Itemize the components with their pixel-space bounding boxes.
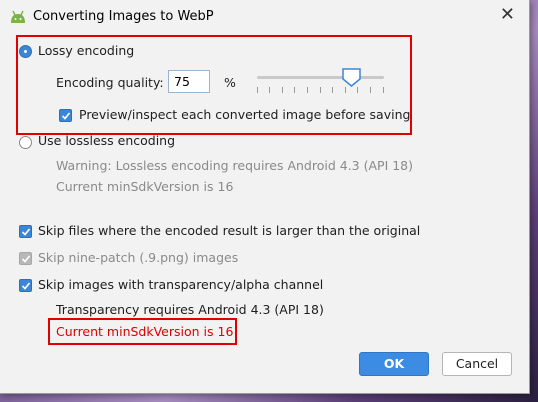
checkmark-icon xyxy=(21,255,31,263)
skip-nine-patch-checkbox xyxy=(19,252,32,265)
webp-conversion-dialog: Converting Images to WebP ✕ Lossy encodi… xyxy=(0,0,530,394)
lossy-highlight-box xyxy=(16,35,412,135)
lossless-encoding-radio[interactable] xyxy=(19,136,32,149)
checkmark-icon xyxy=(21,282,31,290)
lossless-min-sdk: Current minSdkVersion is 16 xyxy=(56,179,234,194)
android-icon xyxy=(11,10,25,23)
skip-larger-label[interactable]: Skip files where the encoded result is l… xyxy=(38,223,420,238)
min-sdk-highlight-box xyxy=(48,318,237,345)
close-icon[interactable]: ✕ xyxy=(500,5,515,25)
skip-alpha-checkbox[interactable] xyxy=(19,279,32,292)
alpha-requirement-note: Transparency requires Android 4.3 (API 1… xyxy=(56,302,324,317)
skip-alpha-label[interactable]: Skip images with transparency/alpha chan… xyxy=(38,277,323,292)
window-title: Converting Images to WebP xyxy=(33,9,214,24)
cancel-button[interactable]: Cancel xyxy=(442,352,512,376)
checkmark-icon xyxy=(21,228,31,236)
ok-button[interactable]: OK xyxy=(359,352,429,376)
skip-larger-checkbox[interactable] xyxy=(19,225,32,238)
lossless-warning: Warning: Lossless encoding requires Andr… xyxy=(56,158,414,173)
skip-nine-patch-label: Skip nine-patch (.9.png) images xyxy=(38,250,239,265)
title-bar: Converting Images to WebP ✕ xyxy=(0,0,529,34)
lossless-encoding-label[interactable]: Use lossless encoding xyxy=(38,133,175,148)
